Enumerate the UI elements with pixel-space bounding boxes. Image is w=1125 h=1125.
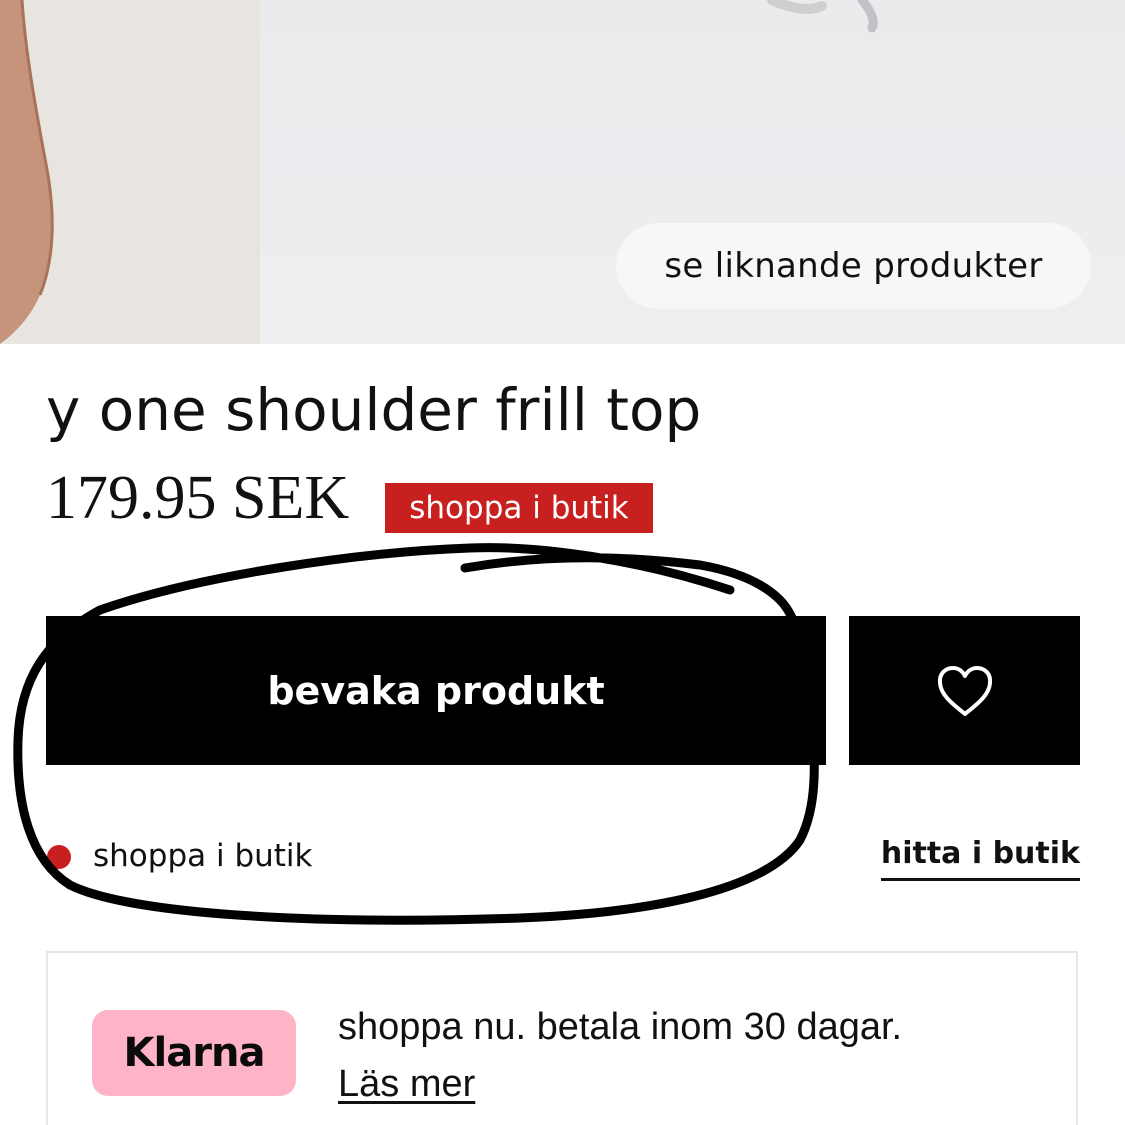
klarna-payment-info: Klarna shoppa nu. betala inom 30 dagar. …	[46, 951, 1078, 1125]
stock-status-dot	[47, 845, 71, 869]
product-image: se liknande produkter	[0, 0, 1125, 344]
heart-icon	[937, 665, 992, 716]
watch-product-button[interactable]: bevaka produkt	[46, 616, 826, 765]
favorite-button[interactable]	[849, 616, 1080, 765]
klarna-read-more-link[interactable]: Läs mer	[338, 1059, 475, 1109]
stock-status-label: shoppa i butik	[93, 838, 313, 874]
watch-product-label: bevaka produkt	[267, 668, 605, 713]
klarna-logo: Klarna	[92, 1010, 296, 1096]
find-in-store-link[interactable]: hitta i butik	[880, 834, 1080, 881]
product-title: y one shoulder frill top	[46, 376, 702, 444]
shop-in-store-badge: shoppa i butik	[385, 483, 653, 533]
klarna-message: shoppa nu. betala inom 30 dagar.	[338, 1006, 903, 1048]
see-similar-products-button[interactable]: se liknande produkter	[616, 223, 1091, 309]
product-price: 179.95 SEK	[46, 464, 350, 532]
